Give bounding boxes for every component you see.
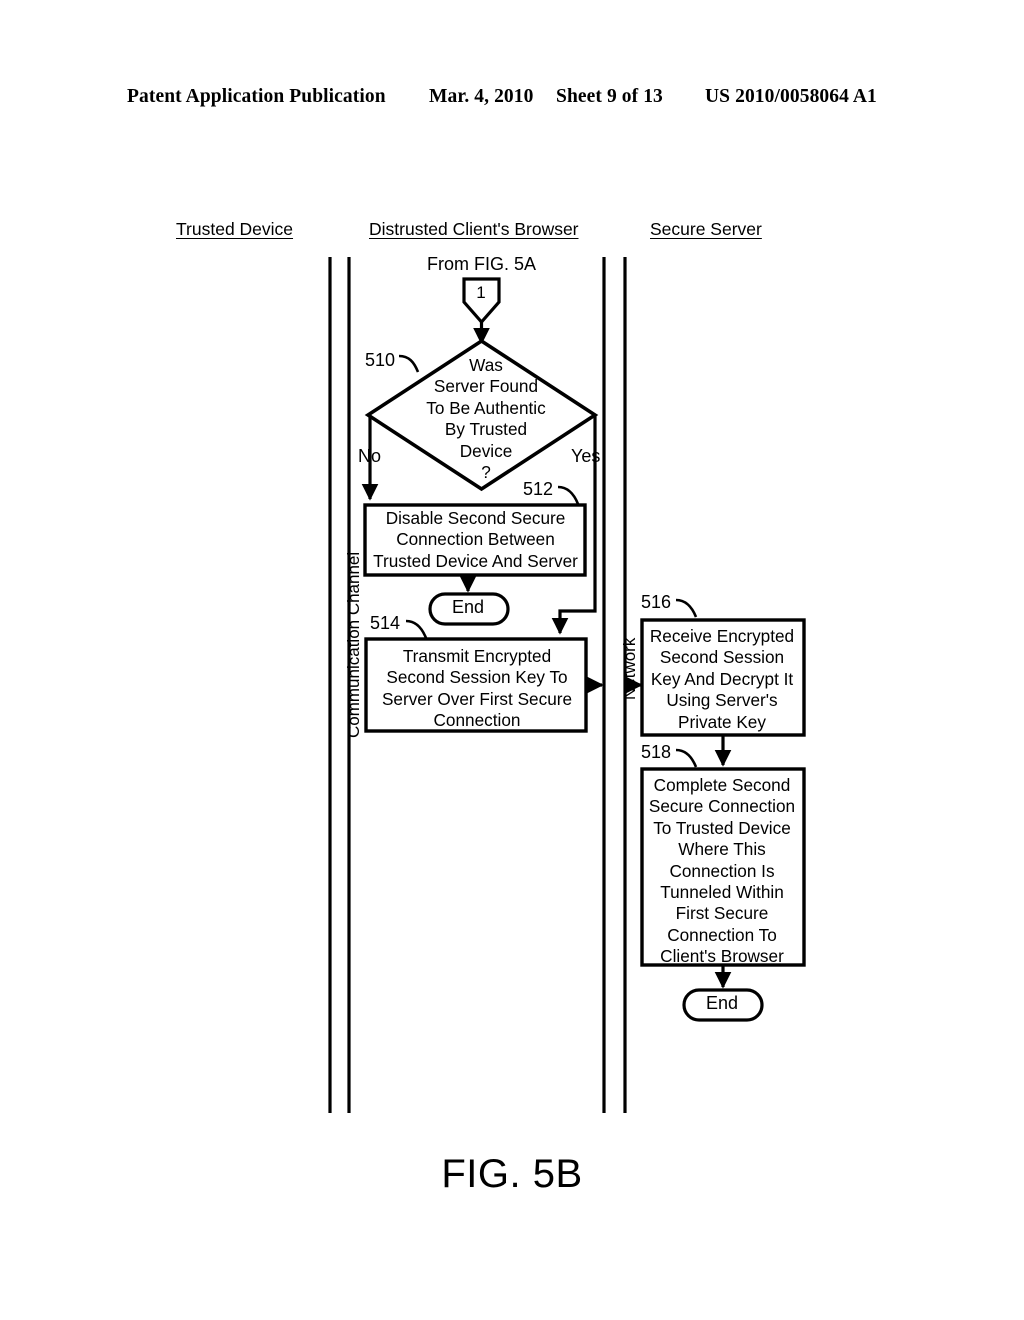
ref-leader-516	[675, 598, 698, 618]
terminator-end-1-label: End	[451, 597, 485, 617]
lane-label-network: Network	[620, 637, 639, 700]
ref-leader-518	[675, 748, 698, 768]
ref-number-510: 510	[365, 350, 396, 370]
process-512-text: Disable Second Secure Connection Between…	[373, 508, 578, 571]
ref-number-512: 512	[523, 479, 554, 499]
process-516-text: Receive Encrypted Second Session Key And…	[649, 626, 795, 732]
figure-caption: FIG. 5B	[441, 1152, 583, 1196]
lane-title-secure-server: Secure Server	[650, 219, 762, 239]
ref-number-516: 516	[641, 592, 672, 612]
ref-number-514: 514	[370, 613, 401, 633]
offpage-connector-1-label: 1	[476, 283, 486, 302]
flowchart-figure: Trusted Device Distrusted Client's Brows…	[0, 0, 1024, 1320]
lane-title-distrusted-client-browser: Distrusted Client's Browser	[369, 219, 579, 239]
decision-510-text: Was Server Found To Be Authentic By Trus…	[426, 355, 546, 483]
ref-number-518: 518	[641, 742, 672, 762]
branch-label-yes: Yes	[571, 446, 601, 466]
entry-label-from-fig-5a: From FIG. 5A	[427, 254, 537, 274]
process-514-text: Transmit Encrypted Second Session Key To…	[381, 646, 573, 731]
process-518-text: Complete Second Secure Connection To Tru…	[648, 775, 796, 967]
ref-leader-514	[405, 619, 428, 639]
lane-title-trusted-device: Trusted Device	[176, 219, 294, 239]
lane-label-communication-channel: Communication Channel	[344, 551, 363, 738]
ref-leader-512	[557, 485, 580, 505]
branch-label-no: No	[358, 446, 382, 466]
terminator-end-2-label: End	[705, 993, 739, 1013]
